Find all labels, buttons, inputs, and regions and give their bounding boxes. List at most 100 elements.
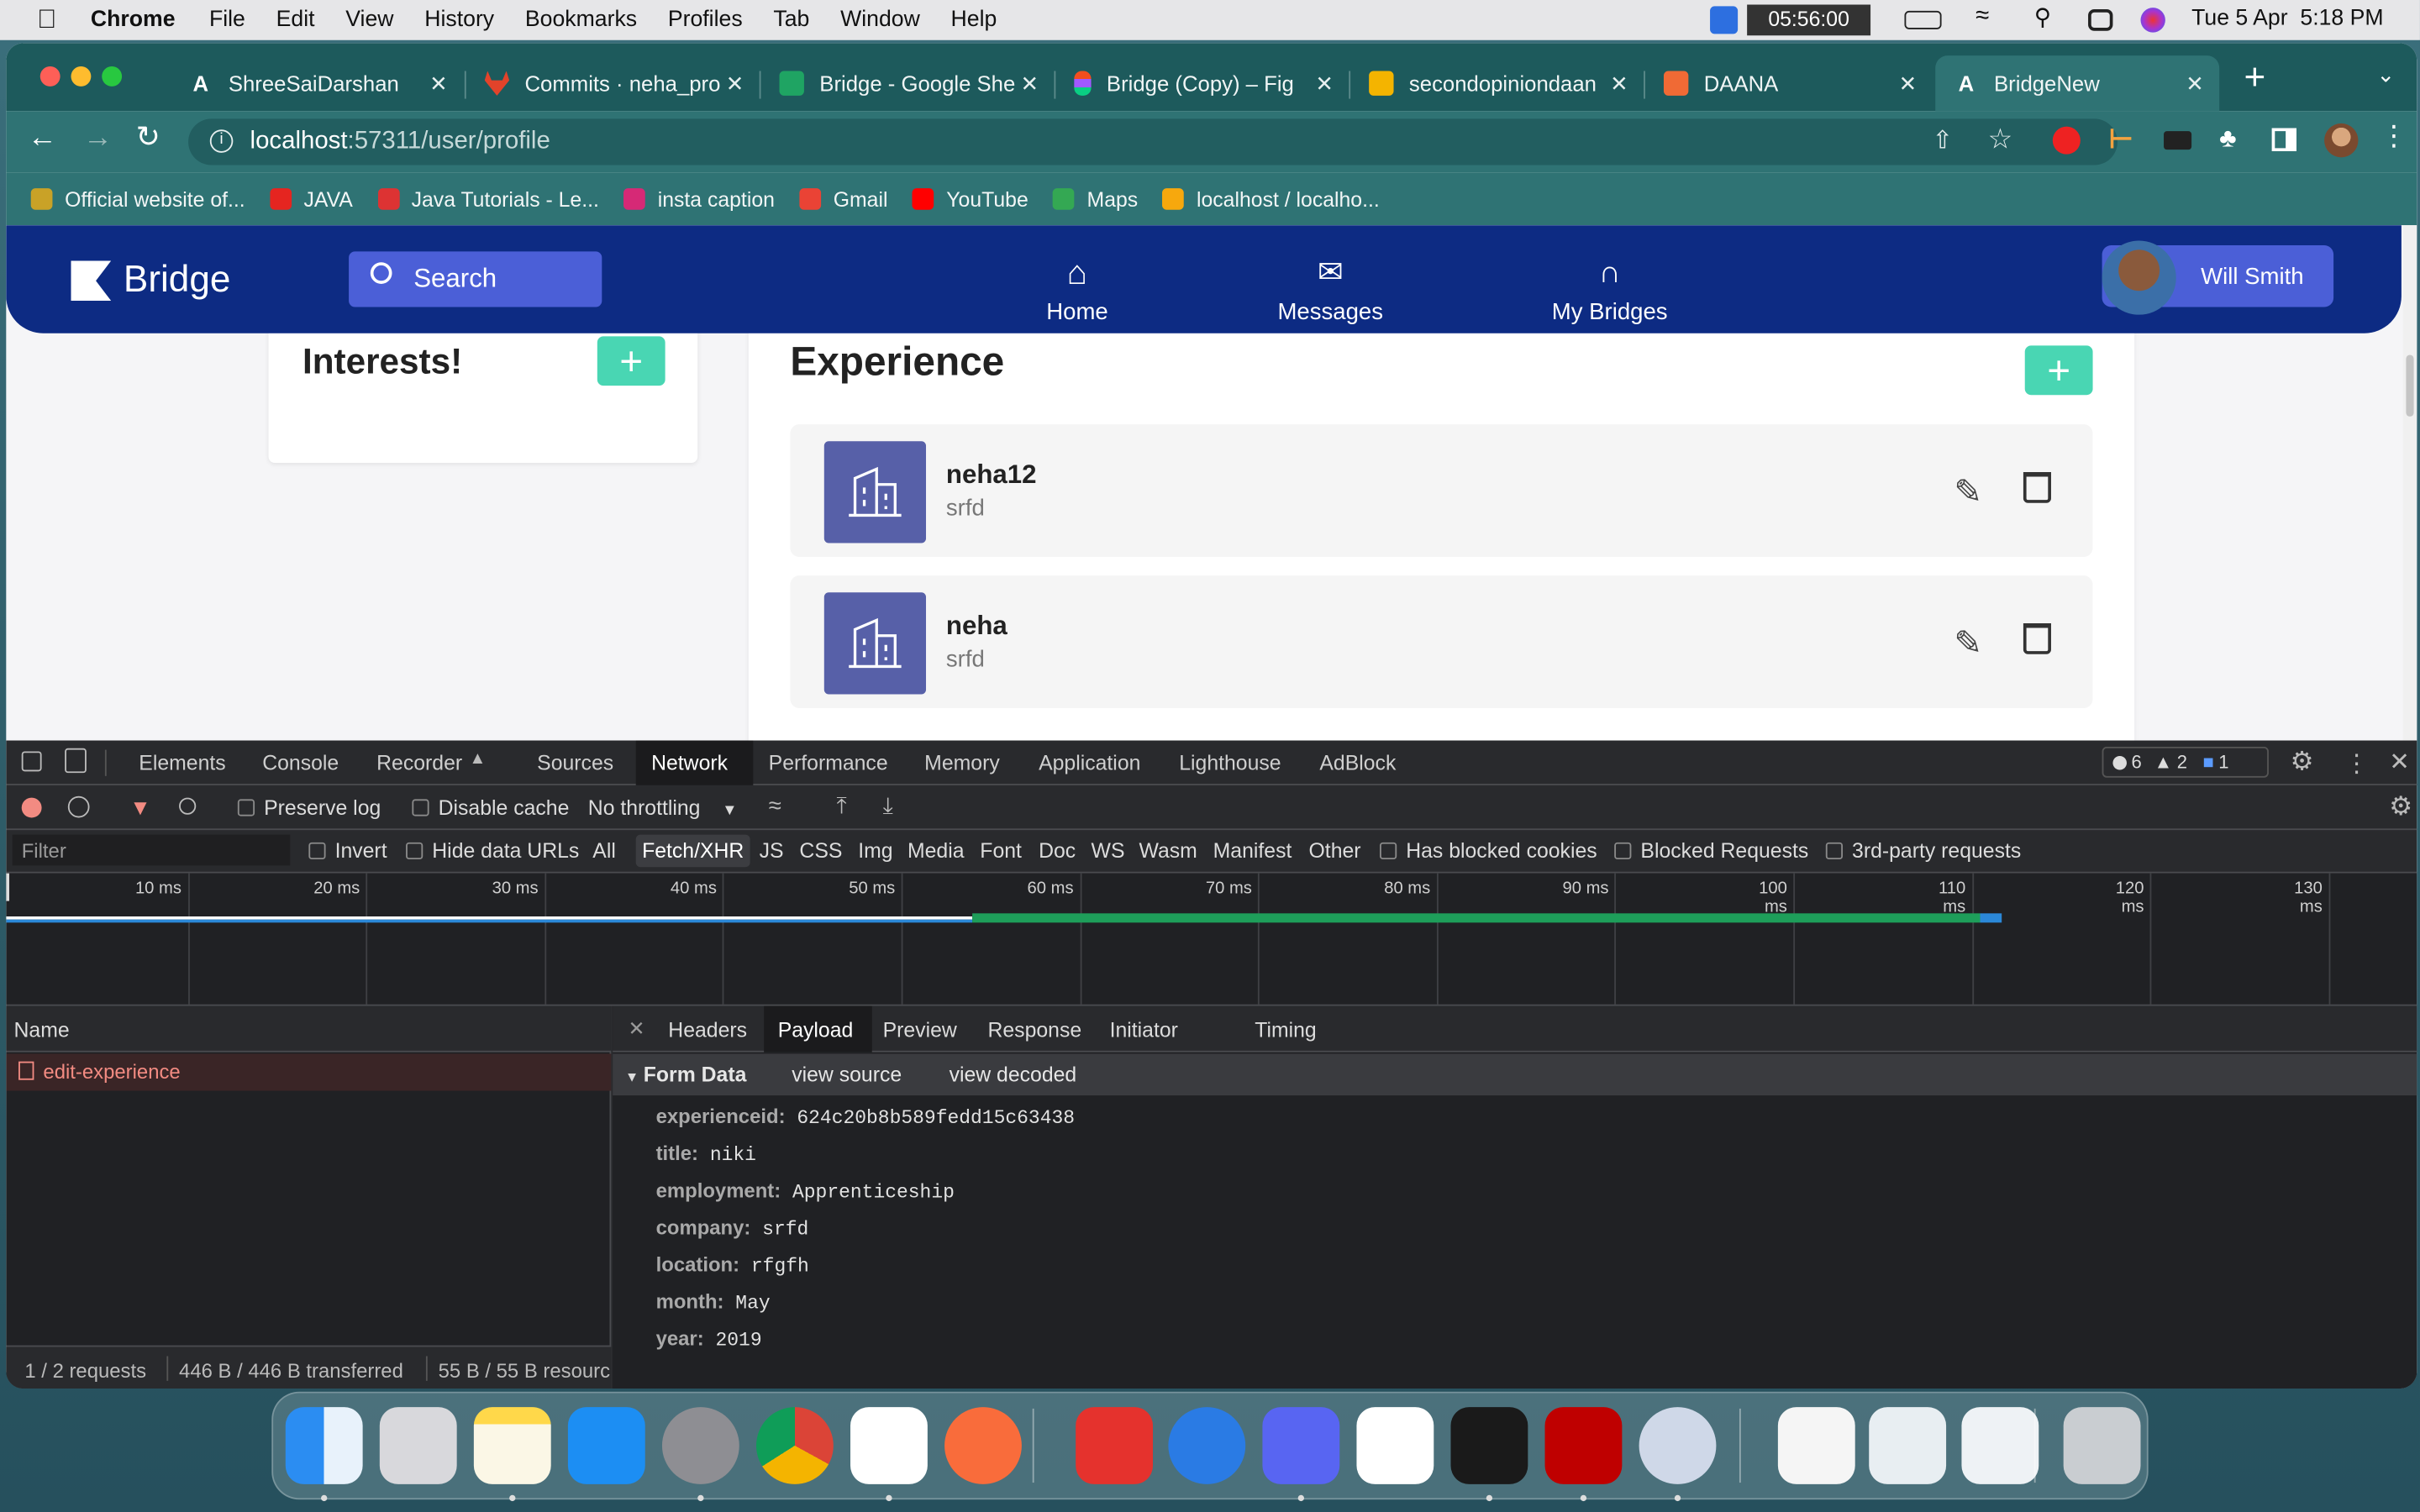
bookmark-insta-caption[interactable]: insta caption xyxy=(623,187,775,211)
bookmark-youtube[interactable]: YouTube xyxy=(912,187,1028,211)
inspect-element-icon[interactable] xyxy=(21,751,42,772)
filter-type-manifest[interactable]: Manifest xyxy=(1213,839,1292,863)
devtools-tab-memory[interactable]: Memory xyxy=(924,751,1000,774)
filter-type-fetch-xhr[interactable]: Fetch/XHR xyxy=(635,834,750,868)
tab-close-icon[interactable]: ✕ xyxy=(2186,71,2204,97)
devtools-tab-elements[interactable]: Elements xyxy=(139,751,225,774)
filter-type-ws[interactable]: WS xyxy=(1092,839,1125,863)
menu-history[interactable]: History xyxy=(424,8,494,32)
delete-icon[interactable] xyxy=(2023,623,2051,654)
throttling-select[interactable]: No throttling ▼ xyxy=(588,796,738,820)
tab-secondopinion[interactable]: secondopiniondaan ✕ xyxy=(1350,55,1644,111)
menu-help[interactable]: Help xyxy=(951,8,997,32)
add-experience-button[interactable]: + xyxy=(2024,345,2093,396)
network-overview-timeline[interactable]: 10 ms 20 ms 30 ms 40 ms 50 ms 60 ms 70 ms 80 ms… xyxy=(6,873,2417,1006)
battery-icon[interactable] xyxy=(1904,10,1942,29)
add-interest-button[interactable]: + xyxy=(597,336,666,386)
system-preferences-icon[interactable] xyxy=(661,1407,739,1484)
close-detail-icon[interactable]: ✕ xyxy=(629,1016,645,1041)
slack-icon[interactable] xyxy=(1356,1407,1434,1484)
tab-close-icon[interactable]: ✕ xyxy=(1899,71,1918,97)
name-column-header[interactable]: Name xyxy=(6,1005,612,1053)
has-blocked-cookies-checkbox[interactable]: Has blocked cookies xyxy=(1380,839,1597,863)
detail-tab-headers[interactable]: Headers xyxy=(668,1018,747,1042)
screen-icon[interactable] xyxy=(1961,1407,2039,1484)
devtools-tab-sources[interactable]: Sources xyxy=(537,751,613,774)
new-tab-icon[interactable]: + xyxy=(2244,57,2266,100)
network-settings-icon[interactable]: ⚙ xyxy=(2389,791,2412,822)
back-icon[interactable]: ← xyxy=(28,122,57,155)
import-har-icon[interactable]: ⤒ xyxy=(836,793,846,819)
chrome-icon[interactable] xyxy=(755,1407,834,1484)
nav-home[interactable]: ⌂ Home xyxy=(1031,255,1123,326)
launchpad-icon[interactable] xyxy=(379,1407,457,1484)
detail-tab-response[interactable]: Response xyxy=(987,1018,1081,1042)
control-center-icon[interactable] xyxy=(2088,9,2113,31)
filter-type-font[interactable]: Font xyxy=(980,839,1022,863)
devtools-tab-application[interactable]: Application xyxy=(1039,751,1140,774)
anydesk-icon[interactable] xyxy=(1076,1407,1154,1484)
filter-type-media[interactable]: Media xyxy=(908,839,965,863)
page-scrollbar[interactable] xyxy=(2402,225,2417,785)
adblock-extension-icon[interactable] xyxy=(2052,126,2081,155)
bookmark-gmail[interactable]: Gmail xyxy=(799,187,888,211)
detail-tab-initiator[interactable]: Initiator xyxy=(1110,1018,1178,1042)
tab-close-icon[interactable]: ✕ xyxy=(429,71,448,97)
cloud-icon[interactable] xyxy=(1168,1407,1246,1484)
devtools-tab-console[interactable]: Console xyxy=(262,751,339,774)
search-button[interactable]: Search xyxy=(349,251,602,307)
network-conditions-icon[interactable]: ≈ xyxy=(769,793,781,819)
vscode-icon[interactable] xyxy=(850,1407,928,1484)
tab-figma[interactable]: Bridge (Copy) – Fig ✕ xyxy=(1055,55,1349,111)
menubar-app-name[interactable]: Chrome xyxy=(91,8,176,32)
terminal-icon[interactable] xyxy=(1450,1407,1528,1484)
menu-edit[interactable]: Edit xyxy=(276,8,315,32)
document-icon[interactable] xyxy=(1777,1407,1855,1484)
filter-type-all[interactable]: All xyxy=(592,839,616,863)
filezilla-icon[interactable] xyxy=(1544,1407,1623,1484)
bookmark-star-icon[interactable]: ☆ xyxy=(1988,123,2013,156)
timer-display[interactable]: 05:56:00 xyxy=(1747,4,1871,36)
extensions-puzzle-icon[interactable]: ♣ xyxy=(2219,123,2236,155)
minimize-window-button[interactable] xyxy=(71,66,92,87)
extension-icon-2[interactable]: ⊢ xyxy=(2108,123,2133,156)
filter-input[interactable]: Filter xyxy=(12,834,291,866)
filter-type-css[interactable]: CSS xyxy=(799,839,842,863)
export-har-icon[interactable]: ⤓ xyxy=(883,793,893,819)
view-source-link[interactable]: view source xyxy=(792,1063,902,1086)
third-party-requests-checkbox[interactable]: 3rd-party requests xyxy=(1825,839,2021,863)
window-icon[interactable] xyxy=(1869,1407,1947,1484)
tab-daana[interactable]: DAANA ✕ xyxy=(1645,55,1933,111)
hide-data-urls-checkbox[interactable]: Hide data URLs xyxy=(406,839,579,863)
postman-icon[interactable] xyxy=(944,1407,1022,1484)
tab-shreesaidarshan[interactable]: A ShreeSaiDarshan ✕ xyxy=(170,55,463,111)
filter-type-other[interactable]: Other xyxy=(1309,839,1361,863)
address-bar[interactable]: i localhost:57311/user/profile ⇧ ☆ xyxy=(188,118,2118,165)
devtools-tab-adblock[interactable]: AdBlock xyxy=(1319,751,1396,774)
forward-icon[interactable]: → xyxy=(83,122,113,155)
wifi-icon[interactable]: ≈ xyxy=(1975,3,1989,31)
clear-icon[interactable] xyxy=(67,795,90,818)
close-window-button[interactable] xyxy=(39,66,60,87)
search-icon[interactable] xyxy=(179,797,197,815)
disable-cache-checkbox[interactable]: Disable cache xyxy=(412,796,569,819)
form-data-header[interactable]: ▼ Form Data view source view decoded xyxy=(613,1053,2417,1096)
extension-icon-3[interactable] xyxy=(2164,131,2192,150)
view-decoded-link[interactable]: view decoded xyxy=(950,1063,1077,1086)
menu-window[interactable]: Window xyxy=(840,8,920,32)
filter-type-wasm[interactable]: Wasm xyxy=(1139,839,1197,863)
menu-tab[interactable]: Tab xyxy=(773,8,809,32)
tab-close-icon[interactable]: ✕ xyxy=(1315,71,1334,97)
tab-close-icon[interactable]: ✕ xyxy=(726,71,744,97)
delete-icon[interactable] xyxy=(2023,472,2051,503)
menu-view[interactable]: View xyxy=(345,8,393,32)
tab-search-chevron-icon[interactable]: ⌄ xyxy=(2377,61,2396,87)
filter-icon[interactable]: ▼ xyxy=(129,795,150,819)
edit-icon[interactable]: ✎ xyxy=(1954,472,1982,512)
record-button[interactable] xyxy=(21,797,42,818)
tab-bridgenew[interactable]: A BridgeNew ✕ xyxy=(1935,55,2220,112)
site-info-icon[interactable]: i xyxy=(209,129,234,153)
detail-tab-timing[interactable]: Timing xyxy=(1255,1018,1316,1042)
menu-file[interactable]: File xyxy=(209,8,245,32)
bookmark-java-tutorials[interactable]: Java Tutorials - Le... xyxy=(377,187,599,211)
